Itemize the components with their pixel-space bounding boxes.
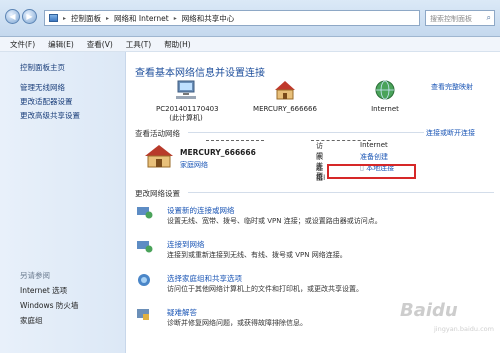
homegroup-icon	[138, 274, 150, 286]
highlight-box	[327, 164, 416, 179]
node-computer-name: PC201401170403	[156, 105, 219, 113]
node-internet[interactable]: Internet	[364, 80, 406, 114]
troubleshoot-icon	[137, 309, 149, 320]
home-network-icon	[275, 81, 295, 100]
menu-view[interactable]: 查看(V)	[87, 39, 113, 50]
new-connection-icon	[137, 207, 153, 219]
access-type-value: Internet	[360, 141, 388, 149]
active-network-type-link[interactable]: 家庭网络	[180, 160, 208, 170]
task-connect-network[interactable]: 连接到网络 连接到或重新连接到无线、有线、拨号或 VPN 网络连接。	[135, 239, 495, 263]
forward-button[interactable]: ▶	[22, 9, 37, 24]
node-home-network[interactable]: MERCURY_666666	[251, 80, 319, 114]
task-homegroup[interactable]: 选择家庭组和共享选项 访问位于其他网络计算机上的文件和打印机，或更改共享设置。	[135, 273, 495, 297]
breadcrumb-network-sharing[interactable]: 网络和共享中心	[182, 13, 235, 24]
task-troubleshoot-desc: 诊断并修复网络问题，或获得故障排除信息。	[167, 319, 307, 327]
task-connect-network-title[interactable]: 连接到网络	[167, 239, 205, 250]
search-placeholder: 搜索控制面板	[430, 15, 472, 23]
homegroup-value-link[interactable]: 准备创建	[360, 152, 388, 162]
menu-tools[interactable]: 工具(T)	[126, 39, 151, 50]
breadcrumb-network-internet[interactable]: 网络和 Internet	[114, 13, 169, 24]
nav-change-adapter[interactable]: 更改适配器设置	[20, 96, 73, 107]
menu-file[interactable]: 文件(F)	[10, 39, 35, 50]
see-also-internet-options[interactable]: Internet 选项	[20, 285, 67, 296]
task-new-connection[interactable]: 设置新的连接或网络 设置无线、宽带、拨号、临时或 VPN 连接；或设置路由器或访…	[135, 205, 495, 229]
node-this-computer[interactable]: PC201401170403 (此计算机)	[156, 80, 219, 123]
address-toolbar: ◀ ▶ ▸ 控制面板 ▸ 网络和 Internet ▸ 网络和共享中心 搜索控制…	[0, 0, 500, 37]
connect-network-icon	[137, 241, 153, 253]
active-networks-heading: 查看活动网络	[135, 129, 180, 138]
node-internet-name: Internet	[371, 105, 399, 113]
connection-label: 连接:	[316, 164, 326, 182]
node-network-name: MERCURY_666666	[253, 105, 317, 113]
task-new-connection-desc: 设置无线、宽带、拨号、临时或 VPN 连接；或设置路由器或访问点。	[167, 217, 382, 225]
page-title: 查看基本网络信息并设置连接	[135, 68, 265, 79]
menu-bar: 文件(F) 编辑(E) 查看(V) 工具(T) 帮助(H)	[0, 37, 500, 52]
node-computer-sub: (此计算机)	[169, 114, 203, 122]
watermark-logo: Baidu	[400, 300, 458, 321]
task-homegroup-title[interactable]: 选择家庭组和共享选项	[167, 273, 242, 284]
connect-disconnect-link[interactable]: 连接或断开连接	[426, 128, 475, 138]
task-new-connection-title[interactable]: 设置新的连接或网络	[167, 205, 235, 216]
see-also-heading: 另请参阅	[20, 271, 50, 280]
task-connect-network-desc: 连接到或重新连接到无线、有线、拨号或 VPN 网络连接。	[167, 251, 347, 259]
divider	[188, 192, 494, 193]
watermark-url: jingyan.baidu.com	[434, 325, 494, 333]
map-link-line	[206, 140, 264, 141]
globe-icon	[375, 80, 395, 100]
left-nav-pane: 控制面板主页 管理无线网络 更改适配器设置 更改高级共享设置 另请参阅 Inte…	[0, 52, 126, 353]
see-also-firewall[interactable]: Windows 防火墙	[20, 300, 78, 311]
full-map-link[interactable]: 查看完整映射	[431, 82, 473, 92]
address-bar[interactable]: ▸ 控制面板 ▸ 网络和 Internet ▸ 网络和共享中心	[44, 10, 420, 26]
change-settings-heading: 更改网络设置	[135, 189, 180, 198]
breadcrumb-control-panel[interactable]: 控制面板	[71, 13, 101, 24]
nav-manage-wireless[interactable]: 管理无线网络	[20, 82, 65, 93]
active-network-name: MERCURY_666666	[180, 148, 256, 157]
control-panel-icon	[49, 14, 58, 22]
menu-help[interactable]: 帮助(H)	[164, 39, 191, 50]
search-icon[interactable]: ⌕	[487, 13, 491, 23]
home-network-icon	[145, 145, 173, 168]
search-input[interactable]: 搜索控制面板 ⌕	[425, 10, 495, 26]
nav-advanced-sharing[interactable]: 更改高级共享设置	[20, 110, 80, 121]
see-also-homegroup[interactable]: 家庭组	[20, 315, 43, 326]
task-troubleshoot-title[interactable]: 疑难解答	[167, 307, 197, 318]
back-button[interactable]: ◀	[5, 9, 20, 24]
task-homegroup-desc: 访问位于其他网络计算机上的文件和打印机，或更改共享设置。	[167, 285, 363, 293]
nav-control-panel-home[interactable]: 控制面板主页	[20, 62, 65, 73]
menu-edit[interactable]: 编辑(E)	[48, 39, 74, 50]
computer-icon	[176, 80, 196, 99]
divider	[188, 132, 424, 133]
